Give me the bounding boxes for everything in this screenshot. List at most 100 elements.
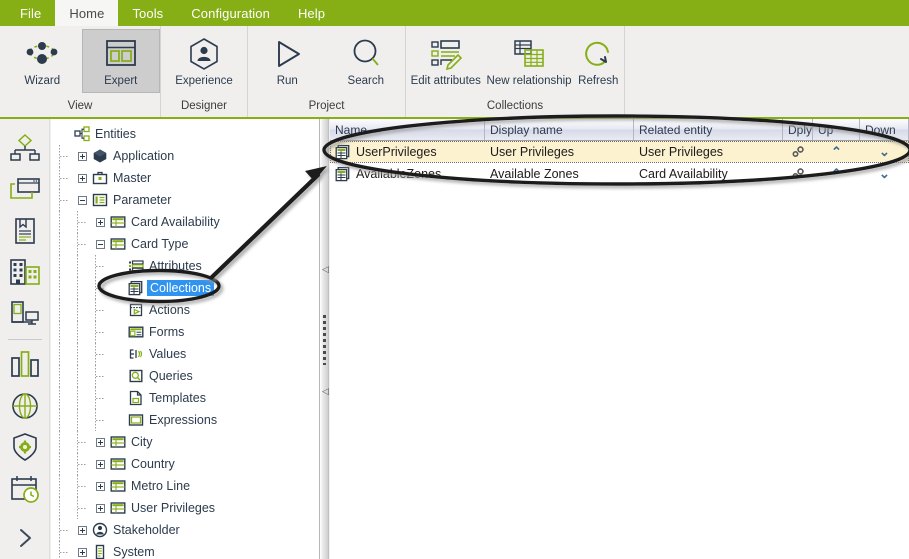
tree-expander-parameter[interactable] <box>73 189 91 211</box>
tree-node-country[interactable]: Country <box>55 453 319 475</box>
collections-icon <box>127 280 144 297</box>
tree-guide-connector <box>78 244 87 245</box>
tree-node-forms[interactable]: Forms <box>55 321 319 343</box>
tree-node-card-availability[interactable]: Card Availability <box>55 211 319 233</box>
grid-row[interactable]: UserPrivileges User Privileges User Privil… <box>330 141 909 163</box>
tree-node-collections[interactable]: Collections <box>55 277 319 299</box>
application-icon <box>91 148 108 165</box>
tree-expander-placeholder <box>109 321 127 343</box>
tree-expander-metro-line[interactable] <box>91 475 109 497</box>
expert-button[interactable]: Expert <box>81 29 160 93</box>
splitter-collapse-arrow-bottom[interactable]: ◁ <box>322 387 329 396</box>
tree-node-expressions[interactable]: Expressions <box>55 409 319 431</box>
tree-expander-application[interactable] <box>73 145 91 167</box>
window-stack-icon[interactable] <box>3 169 47 211</box>
run-play-icon <box>269 35 305 73</box>
grid-column-header-dply[interactable]: Dply <box>783 119 813 140</box>
grid-row[interactable]: AvailableZones Available Zones Card Availa… <box>330 163 909 185</box>
tree-guide-connector <box>96 310 105 311</box>
tree-node-card-type[interactable]: Card Type <box>55 233 319 255</box>
document-bookmark-icon[interactable] <box>3 210 47 252</box>
tree-guide-connector <box>78 442 87 443</box>
wizard-button[interactable]: Wizard <box>3 29 82 93</box>
tree-node-attributes[interactable]: Attributes <box>55 255 319 277</box>
chevron-right-expand-icon[interactable] <box>3 517 47 559</box>
search-magnifier-icon <box>348 35 384 73</box>
tree-node-label: Master <box>113 171 152 185</box>
tree-node-entities[interactable]: Entities <box>55 123 319 145</box>
tree-node-system[interactable]: System <box>55 541 319 559</box>
bar-chart-icon[interactable] <box>3 343 47 385</box>
tree-expander-card-availability[interactable] <box>91 211 109 233</box>
tree-guide-line <box>59 365 60 387</box>
tree-expander-stakeholder[interactable] <box>73 519 91 541</box>
tree-node-actions[interactable]: Actions <box>55 299 319 321</box>
ribbon-group-empty <box>625 26 909 117</box>
menu-item-help[interactable]: Help <box>284 0 339 26</box>
ribbon-group-collections: Edit attributes New relationship Refresh… <box>406 26 625 117</box>
tree-node-label: Application <box>113 149 175 163</box>
grid-cell-related-entity: User Privileges <box>639 144 724 159</box>
grid-column-header-up[interactable]: Up <box>813 119 860 140</box>
splitter-grip-dots[interactable] <box>323 315 326 365</box>
tree-node-stakeholder[interactable]: Stakeholder <box>55 519 319 541</box>
tree-node-parameter[interactable]: Parameter <box>55 189 319 211</box>
splitter-collapse-arrow-top[interactable]: ◁ <box>322 265 329 274</box>
tree-node-metro-line[interactable]: Metro Line <box>55 475 319 497</box>
tree-expander-city[interactable] <box>91 431 109 453</box>
tree-expander-system[interactable] <box>73 541 91 559</box>
menu-item-file[interactable]: File <box>6 0 55 26</box>
menu-item-tools[interactable]: Tools <box>118 0 177 26</box>
ribbon-group-project-label: Project <box>308 100 345 112</box>
device-screen-icon[interactable] <box>3 293 47 335</box>
grid-column-header-name[interactable]: Name <box>330 119 485 140</box>
table-icon <box>109 456 126 473</box>
edit-attributes-button[interactable]: Edit attributes <box>406 29 486 93</box>
ribbon-group-collections-label: Collections <box>486 100 544 112</box>
tree-node-label: Values <box>149 347 187 361</box>
master-icon <box>91 170 108 187</box>
tree-node-master[interactable]: Master <box>55 167 319 189</box>
tree-expander-country[interactable] <box>91 453 109 475</box>
menu-item-home[interactable]: Home <box>55 0 119 26</box>
grid-column-header-related-entity[interactable]: Related entity <box>634 119 783 140</box>
tree-guide-connector <box>60 178 69 179</box>
run-button[interactable]: Run <box>248 29 327 93</box>
calendar-clock-icon[interactable] <box>3 468 47 510</box>
grid-column-header-down[interactable]: Down <box>860 119 909 140</box>
tree-node-queries[interactable]: Queries <box>55 365 319 387</box>
tree-expander-placeholder <box>109 299 127 321</box>
search-button[interactable]: Search <box>327 29 406 93</box>
new-relationship-button[interactable]: New relationship <box>486 29 573 93</box>
tree-expander-card-type[interactable] <box>91 233 109 255</box>
entities-tree-panel[interactable]: Entities Application Master Parameter Card A… <box>51 119 320 559</box>
menu-item-configuration[interactable]: Configuration <box>177 0 284 26</box>
deploy-gear-icon[interactable] <box>783 141 813 163</box>
tree-node-application[interactable]: Application <box>55 145 319 167</box>
hierarchy-diagram-icon[interactable] <box>3 127 47 169</box>
experience-button[interactable]: Experience <box>161 29 247 93</box>
refresh-button[interactable]: Refresh <box>573 29 624 93</box>
tree-node-label: Expressions <box>149 413 218 427</box>
tree-expander-placeholder <box>109 365 127 387</box>
globe-icon[interactable] <box>3 385 47 427</box>
tree-guide-line <box>77 277 78 299</box>
tree-expander-master[interactable] <box>73 167 91 189</box>
chevron-down-icon[interactable]: ⌄ <box>860 163 909 185</box>
wizard-nodes-icon <box>23 35 61 73</box>
grid-column-header-display-name[interactable]: Display name <box>485 119 634 140</box>
chevron-up-icon[interactable]: ⌃ <box>813 141 860 163</box>
tree-expander-user-privileges[interactable] <box>91 497 109 519</box>
chevron-down-icon[interactable]: ⌄ <box>860 141 909 163</box>
chevron-up-icon[interactable]: ⌃ <box>813 163 860 185</box>
shield-gear-icon[interactable] <box>3 426 47 468</box>
deploy-gear-icon[interactable] <box>783 163 813 185</box>
buildings-icon[interactable] <box>3 252 47 294</box>
tree-node-templates[interactable]: Templates <box>55 387 319 409</box>
tree-node-values[interactable]: Values <box>55 343 319 365</box>
tree-node-city[interactable]: City <box>55 431 319 453</box>
parameter-icon <box>91 192 108 209</box>
panel-splitter[interactable]: ◁ ◁ <box>320 119 329 559</box>
tree-node-user-privileges[interactable]: User Privileges <box>55 497 319 519</box>
tree-node-label: Collections <box>147 280 215 296</box>
